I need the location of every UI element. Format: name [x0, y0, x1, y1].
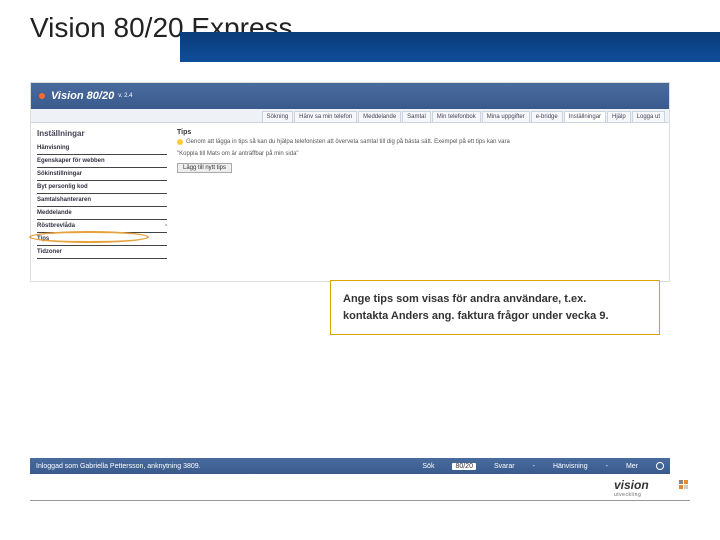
app-header: Vision 80/20 v. 2.4	[31, 83, 669, 109]
app-logo-icon	[39, 93, 45, 99]
sidebar-item-label: Tips	[37, 236, 49, 242]
content-title: Tips	[177, 129, 663, 136]
title-blue-band	[180, 32, 720, 62]
status-hanv-label: Hänvisning	[553, 463, 588, 470]
sidebar-item-rost[interactable]: Röstbrevlåda	[37, 220, 167, 233]
bulb-icon	[177, 139, 183, 145]
sidebar-item-samtal[interactable]: Samtalshanteraren	[37, 194, 167, 207]
tab-hanv[interactable]: Hänv sa min telefon	[294, 111, 357, 122]
sidebar-item-hanvisning[interactable]: Hänvisning	[37, 142, 167, 155]
footer-logo: vision utveckling	[614, 478, 684, 508]
app-name: Vision 80/20	[51, 90, 114, 102]
sidebar-item-egenskaper[interactable]: Egenskaper för webben	[37, 155, 167, 168]
tab-installningar[interactable]: Inställningar	[564, 111, 606, 122]
tip-line: Genom att lägga in tips så kan du hjälpa…	[177, 139, 663, 145]
footer-logo-text: vision	[614, 478, 684, 492]
tab-samtal[interactable]: Samtal	[402, 111, 431, 122]
status-bar: Inloggad som Gabriella Pettersson, ankny…	[30, 458, 670, 474]
status-sok-input[interactable]: 80/20	[452, 463, 476, 470]
tab-uppgifter[interactable]: Mina uppgifter	[482, 111, 530, 122]
sidebar-item-tips[interactable]: Tips	[37, 233, 167, 246]
status-user: Inloggad som Gabriella Pettersson, ankny…	[36, 463, 201, 470]
status-svarar-label: Svarar	[494, 463, 515, 470]
callout-line2: kontakta Anders ang. faktura frågor unde…	[343, 308, 647, 325]
tab-meddelande[interactable]: Meddelande	[358, 111, 401, 122]
tip-quote: "Koppla till Mats om är anträffbar på mi…	[177, 151, 299, 157]
add-tip-button[interactable]: Lägg till nytt tips	[177, 163, 232, 173]
tip-text: Genom att lägga in tips så kan du hjälpa…	[186, 139, 510, 145]
top-tabs: Sökning Hänv sa min telefon Meddelande S…	[31, 109, 669, 123]
app-body: Inställningar Hänvisning Egenskaper för …	[31, 123, 669, 265]
status-hanv-value: -	[606, 463, 608, 470]
sidebar-item-sokinst[interactable]: Sökinstillningar	[37, 168, 167, 181]
sidebar-title: Inställningar	[37, 129, 167, 138]
tab-telefonbok[interactable]: Min telefonbok	[432, 111, 481, 122]
sidebar-item-kod[interactable]: Byt personlig kod	[37, 181, 167, 194]
slide-title-bar: Vision 80/20 Express	[0, 0, 720, 70]
app-window: Vision 80/20 v. 2.4 Sökning Hänv sa min …	[30, 82, 670, 282]
footer-divider	[30, 500, 690, 501]
status-sok-label: Sök	[422, 463, 434, 470]
app-version: v. 2.4	[118, 93, 132, 99]
tab-sokning[interactable]: Sökning	[262, 111, 294, 122]
tip-quote-line: "Koppla till Mats om är anträffbar på mi…	[177, 151, 663, 157]
status-mer-label[interactable]: Mer	[626, 463, 638, 470]
sidebar: Inställningar Hänvisning Egenskaper för …	[37, 129, 167, 259]
status-svarar-value: -	[533, 463, 535, 470]
callout-line1: Ange tips som visas för andra användare,…	[343, 291, 647, 308]
tab-loggaut[interactable]: Logga ut	[632, 111, 665, 122]
tab-hjalp[interactable]: Hjälp	[607, 111, 631, 122]
sidebar-item-tidzoner[interactable]: Tidzoner	[37, 246, 167, 259]
circle-icon	[656, 462, 664, 470]
footer-logo-sub: utveckling	[614, 492, 684, 498]
callout-box: Ange tips som visas för andra användare,…	[330, 280, 660, 335]
tab-ebridge[interactable]: e-bridge	[531, 111, 563, 122]
footer-logo-squares-icon	[679, 480, 688, 489]
sidebar-item-medd[interactable]: Meddelande	[37, 207, 167, 220]
content-pane: Tips Genom att lägga in tips så kan du h…	[177, 129, 663, 259]
